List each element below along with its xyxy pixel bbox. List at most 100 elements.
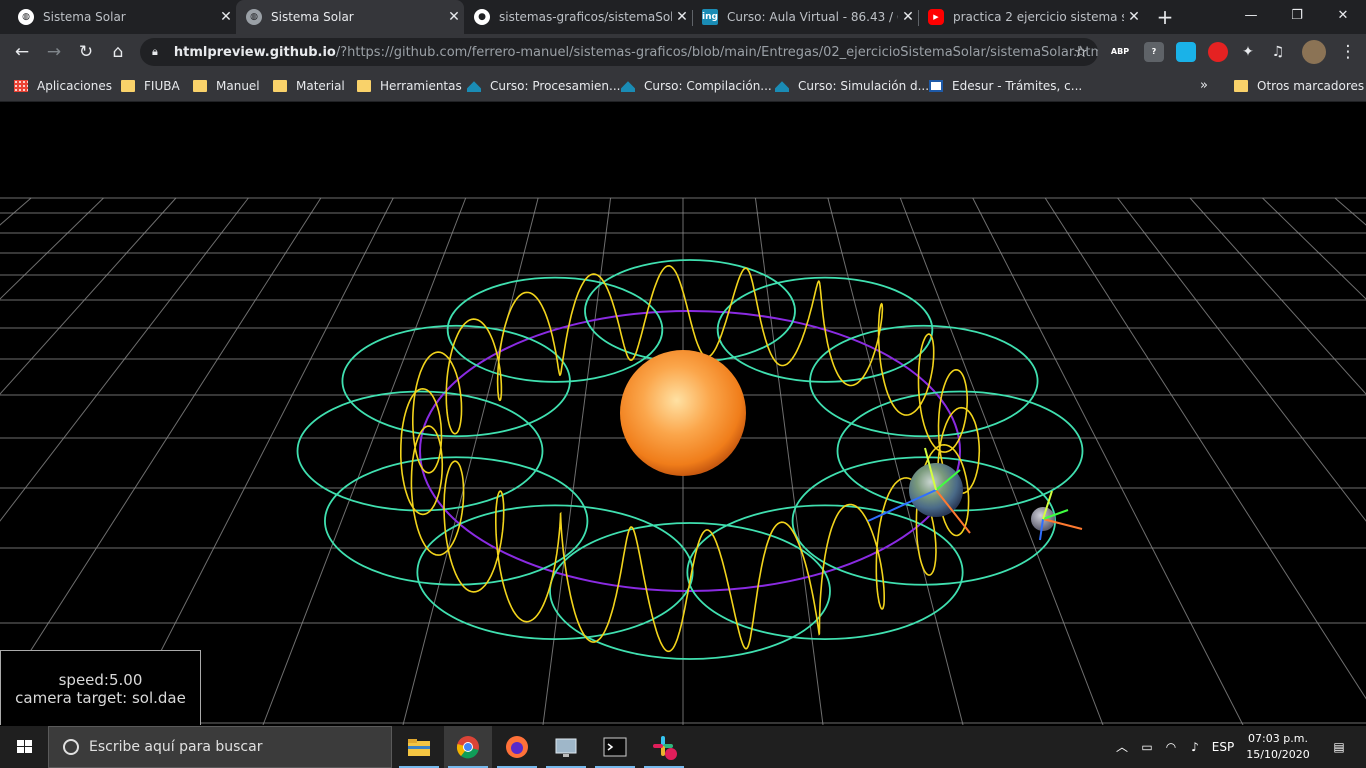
hud-camera-target: camera target: sol.dae [15, 689, 186, 707]
media-control-icon[interactable]: ♫ [1268, 42, 1288, 62]
language-indicator[interactable]: ESP [1208, 726, 1238, 768]
notification-center-icon[interactable]: ▤ [1322, 726, 1356, 768]
ing-icon [467, 81, 481, 92]
home-button[interactable]: ⌂ [104, 38, 132, 66]
reload-button[interactable]: ↻ [72, 38, 100, 66]
bookmark-manuel[interactable]: Manuel [193, 76, 260, 96]
tab-sistema-solar-active[interactable]: ◍ Sistema Solar ✕ [236, 0, 464, 34]
bookmark-star-icon[interactable]: ☆ [1074, 42, 1088, 61]
taskbar-search-input[interactable]: Escribe aquí para buscar [48, 726, 392, 768]
bookmark-fiuba[interactable]: FIUBA [121, 76, 180, 96]
grid-line [122, 197, 394, 725]
back-button[interactable]: ← [8, 38, 36, 66]
grid-line [0, 197, 322, 700]
extensions-puzzle-icon[interactable]: ✦ [1238, 42, 1258, 62]
firefox-icon[interactable] [493, 726, 541, 768]
bookmark-label: Curso: Simulación d... [798, 79, 930, 93]
tab-youtube[interactable]: ▶ practica 2 ejercicio sistema sol ✕ [918, 0, 1144, 34]
volume-icon[interactable]: ♪ [1184, 726, 1206, 768]
bookmark-label: Herramientas [380, 79, 462, 93]
slack-icon[interactable] [640, 726, 688, 768]
ing-icon [621, 81, 635, 92]
tab-title: Curso: Aula Virtual - 86.43 / 66 [727, 10, 898, 24]
github-icon: ● [474, 9, 490, 25]
grid-line [262, 197, 467, 725]
grid-line [0, 197, 177, 395]
file-explorer-icon[interactable] [395, 726, 443, 768]
menu-kebab-icon[interactable]: ⋮ [1334, 38, 1362, 66]
close-icon[interactable]: ✕ [672, 9, 692, 25]
wifi-icon[interactable]: ◠ [1160, 726, 1182, 768]
folder-icon [273, 80, 287, 92]
bookmark-curso-compilacion[interactable]: Curso: Compilación... [621, 76, 772, 96]
clock-date: 15/10/2020 [1246, 748, 1310, 761]
windows-logo-icon [17, 740, 32, 753]
bookmark-label: Otros marcadores [1257, 79, 1365, 93]
battery-icon[interactable]: ▭ [1136, 726, 1158, 768]
solar-system-scene[interactable] [0, 103, 1366, 725]
bookmarks-bar: Aplicaciones FIUBA Manuel Material Herra… [0, 70, 1366, 102]
adblock-plus-icon[interactable]: ABP [1110, 42, 1130, 62]
close-icon[interactable]: ✕ [898, 9, 918, 25]
apps-grid-icon [14, 80, 28, 92]
webgl-viewport[interactable]: speed:5.00 camera target: sol.dae [0, 103, 1366, 725]
cyan-extension-icon[interactable] [1176, 42, 1196, 62]
tab-title: sistemas-graficos/sistemaSolar [499, 10, 672, 24]
moon[interactable] [1031, 490, 1083, 541]
close-icon[interactable]: ✕ [216, 9, 236, 25]
bookmark-aplicaciones[interactable]: Aplicaciones [14, 76, 112, 96]
address-bar[interactable]: 🔒︎ htmlpreview.github.io /?https://githu… [140, 38, 1098, 66]
tab-title: practica 2 ejercicio sistema sol [953, 10, 1124, 24]
close-icon[interactable]: ✕ [1124, 9, 1144, 25]
search-icon [63, 739, 79, 755]
taskbar-clock[interactable]: 07:03 p.m. 15/10/2020 [1240, 731, 1316, 763]
close-window-button[interactable]: ✕ [1320, 0, 1366, 34]
bookmarks-overflow-button[interactable]: » [1200, 78, 1208, 93]
tab-sistema-solar-1[interactable]: ◍ Sistema Solar ✕ [8, 0, 236, 34]
edesur-icon [929, 80, 943, 92]
bookmark-curso-procesamiento[interactable]: Curso: Procesamien... [467, 76, 620, 96]
grid-line [1117, 197, 1366, 522]
clock-time: 07:03 p.m. [1248, 732, 1308, 745]
monitor-app-icon[interactable] [542, 726, 590, 768]
restore-button[interactable]: ❐ [1274, 0, 1320, 34]
grid-line [0, 197, 104, 300]
sun[interactable] [620, 350, 746, 476]
grid-line [899, 197, 1104, 725]
folder-icon [357, 80, 371, 92]
minimize-button[interactable]: — [1228, 0, 1274, 34]
bookmark-edesur[interactable]: Edesur - Trámites, c... [929, 76, 1082, 96]
bookmark-otros-marcadores[interactable]: Otros marcadores [1234, 76, 1364, 96]
tab-github[interactable]: ● sistemas-graficos/sistemaSolar ✕ [464, 0, 692, 34]
tab-aula-virtual[interactable]: ing Curso: Aula Virtual - 86.43 / 66 ✕ [692, 0, 918, 34]
record-extension-icon[interactable] [1208, 42, 1228, 62]
bookmark-label: Edesur - Trámites, c... [952, 79, 1083, 93]
grid-line [0, 197, 32, 226]
tab-strip: ◍ Sistema Solar ✕ ◍ Sistema Solar ✕ ● si… [0, 0, 1366, 34]
bookmark-material[interactable]: Material [273, 76, 345, 96]
lock-icon: 🔒︎ [152, 45, 158, 58]
folder-icon [121, 80, 135, 92]
folder-icon [1234, 80, 1248, 92]
bookmark-label: Curso: Procesamien... [490, 79, 621, 93]
terminal-icon[interactable] [591, 726, 639, 768]
bookmark-curso-simulacion[interactable]: Curso: Simulación d... [775, 76, 929, 96]
url-host: htmlpreview.github.io [173, 44, 336, 60]
chrome-icon[interactable] [444, 726, 492, 768]
start-button[interactable] [0, 726, 48, 768]
privacy-extension-icon[interactable]: ? [1144, 42, 1164, 62]
grid-line [0, 197, 249, 522]
bookmark-herramientas[interactable]: Herramientas [357, 76, 462, 96]
windows-taskbar: Escribe aquí para buscar ︿ ▭ ◠ ♪ ESP 07:… [0, 726, 1366, 768]
tab-title: Sistema Solar [43, 10, 126, 24]
youtube-icon: ▶ [928, 9, 944, 25]
tray-overflow-icon[interactable]: ︿ [1112, 726, 1132, 768]
ing-icon [775, 81, 789, 92]
avatar[interactable] [1302, 40, 1326, 64]
forward-button[interactable]: → [40, 38, 68, 66]
close-icon[interactable]: ✕ [444, 9, 464, 25]
browser-toolbar: ← → ↻ ⌂ 🔒︎ htmlpreview.github.io /?https… [0, 34, 1366, 70]
folder-icon [193, 80, 207, 92]
new-tab-button[interactable]: + [1152, 4, 1178, 30]
hud-panel: speed:5.00 camera target: sol.dae [0, 650, 201, 725]
